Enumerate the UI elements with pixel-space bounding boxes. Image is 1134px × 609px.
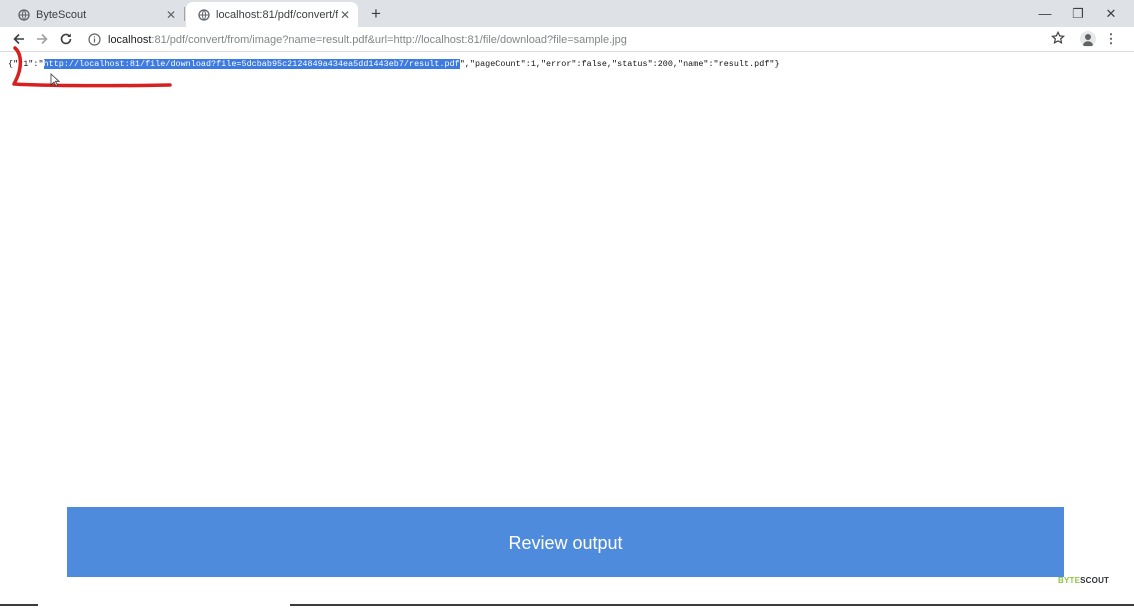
bookmark-star-icon[interactable] — [1051, 31, 1067, 47]
new-tab-button[interactable]: + — [366, 4, 386, 24]
tab-localhost[interactable]: localhost:81/pdf/convert/from/im ✕ — [186, 2, 358, 27]
tab-separator — [184, 7, 185, 21]
more-menu-icon[interactable]: ⋮ — [1104, 30, 1118, 48]
url-path: :81/pdf/convert/from/image?name=result.p… — [151, 33, 627, 46]
review-output-label: Review output — [508, 532, 623, 553]
profile-avatar[interactable] — [1080, 31, 1096, 47]
globe-icon — [18, 8, 30, 21]
annotation-marker — [12, 46, 172, 88]
close-tab-icon[interactable]: ✕ — [338, 8, 352, 22]
progress-line — [290, 604, 1134, 606]
bytescout-logo: BYTESCOUT — [1058, 576, 1110, 585]
address-bar[interactable]: localhost:81/pdf/convert/from/image?name… — [82, 28, 1072, 51]
globe-icon — [198, 8, 210, 21]
tab-title: ByteScout — [36, 8, 87, 21]
close-tab-icon[interactable]: ✕ — [164, 8, 178, 22]
tab-title: localhost:81/pdf/convert/from/im — [216, 8, 338, 21]
close-window-button[interactable]: ✕ — [1094, 0, 1128, 27]
tab-strip: ByteScout ✕ localhost:81/pdf/convert/fro… — [0, 0, 1134, 27]
json-suffix: ","pageCount":1,"error":false,"status":2… — [459, 59, 780, 69]
restore-button[interactable]: ❐ — [1061, 0, 1095, 27]
minimize-button[interactable]: — — [1028, 0, 1062, 27]
progress-line — [0, 604, 38, 606]
review-output-banner: Review output — [67, 507, 1064, 577]
mouse-cursor-icon — [50, 73, 60, 87]
tab-bytescout[interactable]: ByteScout ✕ — [6, 2, 184, 27]
